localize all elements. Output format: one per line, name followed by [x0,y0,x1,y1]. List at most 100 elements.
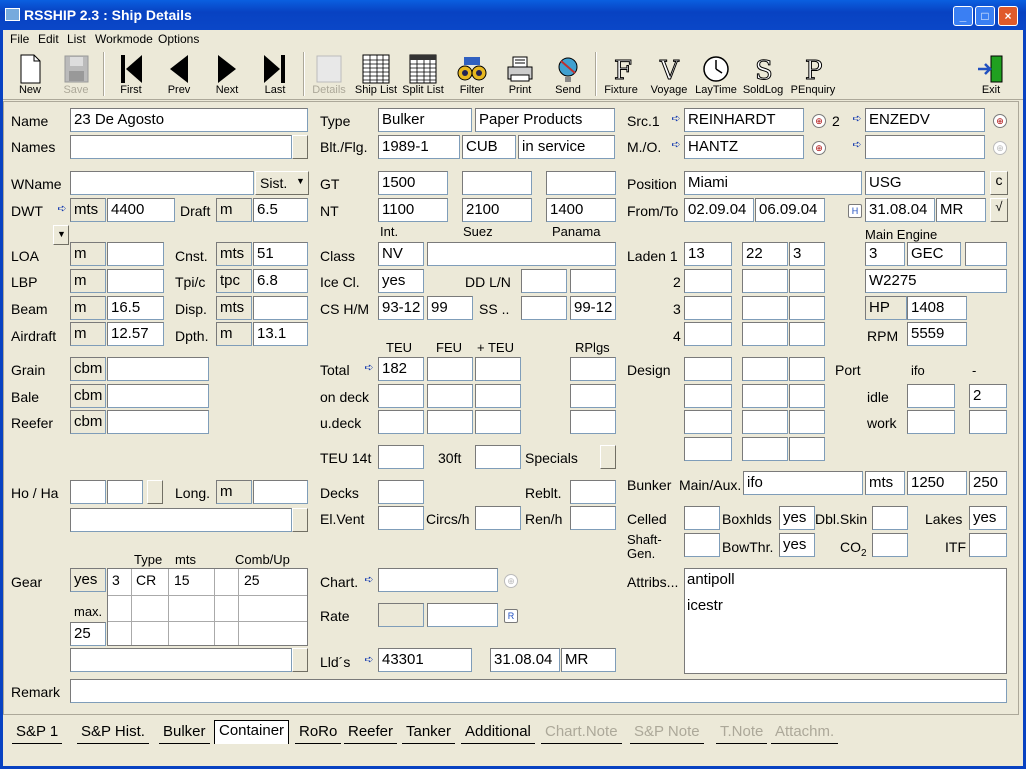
work-dash-field[interactable] [969,410,1007,434]
tab-reefer[interactable]: Reefer [344,722,398,744]
dwt-dropdown-button[interactable]: ▼ [53,225,69,245]
design-2c[interactable] [789,384,825,408]
soldlog-button[interactable]: S SoldLog [742,50,784,98]
laden4a-field[interactable] [684,322,732,346]
airdraft-field[interactable]: 12.57 [107,322,164,346]
first-button[interactable]: First [109,50,153,98]
chart-arrow-icon[interactable]: ➪ [362,573,376,589]
plusteu-ondeck-field[interactable] [475,384,521,408]
src1-search-icon[interactable]: ⊕ [812,114,826,128]
design-4b[interactable] [742,437,788,461]
names-field[interactable] [70,135,292,159]
tpic-field[interactable]: 6.8 [253,269,308,293]
src1-arrow-icon[interactable]: ➪ [669,112,683,128]
gt-field[interactable]: 1500 [378,171,448,195]
close-button[interactable]: × [998,6,1018,26]
tab-bulker[interactable]: Bulker [159,722,210,744]
laden3c-field[interactable] [789,296,825,320]
design-3c[interactable] [789,410,825,434]
specials-button[interactable] [600,445,616,469]
prev-button[interactable]: Prev [157,50,201,98]
ho-field[interactable] [70,480,106,504]
menu-file[interactable]: File [10,32,29,46]
class2-field[interactable] [427,242,616,266]
design-2b[interactable] [742,384,788,408]
bowthr-field[interactable]: yes [779,533,815,557]
design-1a[interactable] [684,357,732,381]
attribs-list[interactable]: antipoll icestr [684,568,1007,674]
filter-button[interactable]: Filter [452,50,492,98]
remark-field[interactable] [70,679,1007,703]
c-button[interactable]: c [990,171,1008,195]
me1-field[interactable]: 3 [865,242,905,266]
decks-field[interactable] [378,480,424,504]
circsh-field[interactable] [475,506,521,530]
laytime-button[interactable]: LayTime [695,50,737,98]
gt-panama-field[interactable] [546,171,616,195]
bunker-unit-field[interactable]: mts [865,471,905,495]
me2-field[interactable]: GEC [907,242,961,266]
tab-container[interactable]: Container [214,720,290,744]
src1-field[interactable]: REINHARDT [684,108,804,132]
loa-field[interactable] [107,242,164,266]
type2-field[interactable]: Paper Products [475,108,615,132]
laden2c-field[interactable] [789,269,825,293]
draft-field[interactable]: 6.5 [253,198,308,222]
ship-list-button[interactable]: Ship List [354,50,398,98]
llds-mr-field[interactable]: MR [561,648,616,672]
celled-field[interactable] [684,506,720,530]
icecl-field[interactable]: yes [378,269,424,293]
hoha-notes-button[interactable] [292,508,308,532]
dwt-arrow-icon[interactable]: ➪ [55,202,69,218]
save-button[interactable]: Save [55,50,97,98]
gear-notes-button[interactable] [292,648,308,672]
boxhlds-field[interactable]: yes [779,506,815,530]
menu-edit[interactable]: Edit [38,32,59,46]
design-4a[interactable] [684,437,732,461]
exit-button[interactable]: Exit [971,50,1011,98]
next-button[interactable]: Next [205,50,249,98]
elvent-field[interactable] [378,506,424,530]
nt-suez-field[interactable]: 2100 [462,198,532,222]
bunker-aux-field[interactable]: 250 [969,471,1007,495]
lbp-field[interactable] [107,269,164,293]
lakes-field[interactable]: yes [969,506,1007,530]
attrib-item[interactable]: antipoll [687,571,735,588]
grain-field[interactable] [107,357,209,381]
mo2-field[interactable] [865,135,985,159]
name-field[interactable]: 23 De Agosto [70,108,308,132]
send-button[interactable]: Send [548,50,588,98]
feu-ondeck-field[interactable] [427,384,473,408]
laden3b-field[interactable] [742,296,788,320]
type-field[interactable]: Bulker [378,108,472,132]
split-list-button[interactable]: Split List [401,50,445,98]
ss2-field[interactable]: 99-12 [570,296,616,320]
attrib-item[interactable]: icestr [687,597,723,614]
hp-field[interactable]: 1408 [907,296,967,320]
plusteu-udeck-field[interactable] [475,410,521,434]
hoha-button[interactable] [147,480,163,504]
rpm-field[interactable]: 5559 [907,322,967,346]
laden2a-field[interactable] [684,269,732,293]
mr-field[interactable]: MR [936,198,986,222]
cs-m-field[interactable]: 99 [427,296,473,320]
check-button[interactable]: √ [990,198,1008,222]
fixture-button[interactable]: F Fixture [600,50,642,98]
tab-tanker[interactable]: Tanker [402,722,456,744]
teu14t-field[interactable] [378,445,424,469]
mo-field[interactable]: HANTZ [684,135,804,159]
calendar-icon[interactable]: H [848,204,862,218]
design-1c[interactable] [789,357,825,381]
nt-field[interactable]: 1100 [378,198,448,222]
llds-date-field[interactable]: 31.08.04 [490,648,560,672]
menu-workmode[interactable]: Workmode [95,32,153,46]
mo-arrow-icon[interactable]: ➪ [669,138,683,154]
menu-list[interactable]: List [67,32,86,46]
dwt-field[interactable]: 4400 [107,198,175,222]
src2-field[interactable]: ENZEDV [865,108,985,132]
from-field[interactable]: 02.09.04 [684,198,754,222]
idle-dash-field[interactable]: 2 [969,384,1007,408]
laden1c-field[interactable]: 3 [789,242,825,266]
design-1b[interactable] [742,357,788,381]
rate-r-icon[interactable]: R [504,609,518,623]
